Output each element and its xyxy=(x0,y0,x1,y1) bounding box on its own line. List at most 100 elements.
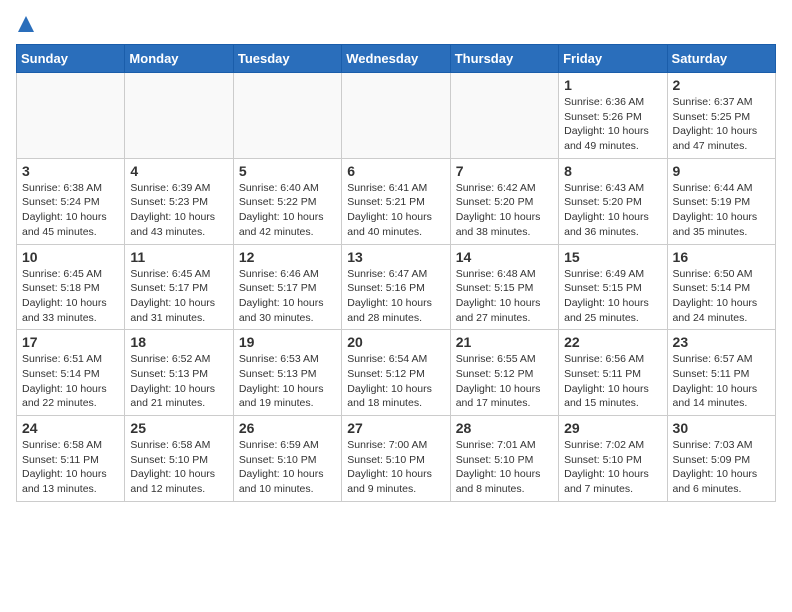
calendar-cell: 4Sunrise: 6:39 AM Sunset: 5:23 PM Daylig… xyxy=(125,158,233,244)
calendar-week-4: 17 Sunrise: 6:51 AM Sunset: 5:14 PM Dayli… xyxy=(17,330,776,416)
calendar-cell: 10 Sunrise: 6:45 AM Sunset: 5:18 PM Dayli… xyxy=(17,244,125,330)
day-number: 30 xyxy=(673,420,770,436)
day-number: 4 xyxy=(130,163,227,179)
calendar-cell xyxy=(342,73,450,159)
day-number: 20 xyxy=(347,334,444,350)
calendar-table: SundayMondayTuesdayWednesdayThursdayFrid… xyxy=(16,44,776,502)
weekday-header-friday: Friday xyxy=(559,45,667,73)
day-info: Sunrise: 6:58 AM Sunset: 5:10 PM Dayligh… xyxy=(130,438,227,497)
calendar-cell: 23 Sunrise: 6:57 AM Sunset: 5:11 PM Dayli… xyxy=(667,330,775,416)
day-number: 2 xyxy=(673,77,770,93)
calendar-cell: 7 Sunrise: 6:42 AM Sunset: 5:20 PM Daylig… xyxy=(450,158,558,244)
day-number: 19 xyxy=(239,334,336,350)
day-number: 25 xyxy=(130,420,227,436)
day-number: 1 xyxy=(564,77,661,93)
day-info: Sunrise: 6:36 AM Sunset: 5:26 PM Dayligh… xyxy=(564,95,661,154)
day-info: Sunrise: 6:41 AM Sunset: 5:21 PM Dayligh… xyxy=(347,181,444,240)
day-info: Sunrise: 6:54 AM Sunset: 5:12 PM Dayligh… xyxy=(347,352,444,411)
calendar-cell xyxy=(233,73,341,159)
day-info: Sunrise: 6:37 AM Sunset: 5:25 PM Dayligh… xyxy=(673,95,770,154)
day-number: 21 xyxy=(456,334,553,350)
weekday-header-tuesday: Tuesday xyxy=(233,45,341,73)
calendar-cell: 17 Sunrise: 6:51 AM Sunset: 5:14 PM Dayli… xyxy=(17,330,125,416)
day-info: Sunrise: 7:01 AM Sunset: 5:10 PM Dayligh… xyxy=(456,438,553,497)
day-number: 6 xyxy=(347,163,444,179)
day-info: Sunrise: 6:40 AM Sunset: 5:22 PM Dayligh… xyxy=(239,181,336,240)
day-info: Sunrise: 6:48 AM Sunset: 5:15 PM Dayligh… xyxy=(456,267,553,326)
calendar-cell: 22 Sunrise: 6:56 AM Sunset: 5:11 PM Dayli… xyxy=(559,330,667,416)
calendar-week-2: 3 Sunrise: 6:38 AM Sunset: 5:24 PM Daylig… xyxy=(17,158,776,244)
day-number: 16 xyxy=(673,249,770,265)
weekday-header-monday: Monday xyxy=(125,45,233,73)
day-info: Sunrise: 6:58 AM Sunset: 5:11 PM Dayligh… xyxy=(22,438,119,497)
calendar-cell: 2 Sunrise: 6:37 AM Sunset: 5:25 PM Daylig… xyxy=(667,73,775,159)
day-number: 14 xyxy=(456,249,553,265)
calendar-cell: 13 Sunrise: 6:47 AM Sunset: 5:16 PM Dayli… xyxy=(342,244,450,330)
calendar-cell: 15 Sunrise: 6:49 AM Sunset: 5:15 PM Dayli… xyxy=(559,244,667,330)
calendar-cell: 30 Sunrise: 7:03 AM Sunset: 5:09 PM Dayli… xyxy=(667,416,775,502)
day-number: 5 xyxy=(239,163,336,179)
calendar-cell: 27 Sunrise: 7:00 AM Sunset: 5:10 PM Dayli… xyxy=(342,416,450,502)
calendar-cell: 1 Sunrise: 6:36 AM Sunset: 5:26 PM Daylig… xyxy=(559,73,667,159)
calendar-cell xyxy=(450,73,558,159)
calendar-cell: 11 Sunrise: 6:45 AM Sunset: 5:17 PM Dayli… xyxy=(125,244,233,330)
day-info: Sunrise: 6:38 AM Sunset: 5:24 PM Dayligh… xyxy=(22,181,119,240)
day-info: Sunrise: 6:50 AM Sunset: 5:14 PM Dayligh… xyxy=(673,267,770,326)
weekday-header-sunday: Sunday xyxy=(17,45,125,73)
day-info: Sunrise: 6:56 AM Sunset: 5:11 PM Dayligh… xyxy=(564,352,661,411)
day-number: 11 xyxy=(130,249,227,265)
day-info: Sunrise: 6:42 AM Sunset: 5:20 PM Dayligh… xyxy=(456,181,553,240)
day-info: Sunrise: 6:45 AM Sunset: 5:18 PM Dayligh… xyxy=(22,267,119,326)
weekday-header-saturday: Saturday xyxy=(667,45,775,73)
calendar-cell: 9Sunrise: 6:44 AM Sunset: 5:19 PM Daylig… xyxy=(667,158,775,244)
calendar-cell: 14 Sunrise: 6:48 AM Sunset: 5:15 PM Dayli… xyxy=(450,244,558,330)
day-info: Sunrise: 6:47 AM Sunset: 5:16 PM Dayligh… xyxy=(347,267,444,326)
calendar-header-row: SundayMondayTuesdayWednesdayThursdayFrid… xyxy=(17,45,776,73)
calendar-cell: 18 Sunrise: 6:52 AM Sunset: 5:13 PM Dayli… xyxy=(125,330,233,416)
day-number: 28 xyxy=(456,420,553,436)
day-number: 27 xyxy=(347,420,444,436)
day-info: Sunrise: 6:59 AM Sunset: 5:10 PM Dayligh… xyxy=(239,438,336,497)
day-info: Sunrise: 7:00 AM Sunset: 5:10 PM Dayligh… xyxy=(347,438,444,497)
day-info: Sunrise: 6:45 AM Sunset: 5:17 PM Dayligh… xyxy=(130,267,227,326)
logo xyxy=(16,16,34,32)
calendar-cell: 21 Sunrise: 6:55 AM Sunset: 5:12 PM Dayli… xyxy=(450,330,558,416)
day-number: 29 xyxy=(564,420,661,436)
day-info: Sunrise: 6:55 AM Sunset: 5:12 PM Dayligh… xyxy=(456,352,553,411)
calendar-cell: 3 Sunrise: 6:38 AM Sunset: 5:24 PM Daylig… xyxy=(17,158,125,244)
day-info: Sunrise: 6:57 AM Sunset: 5:11 PM Dayligh… xyxy=(673,352,770,411)
day-number: 3 xyxy=(22,163,119,179)
day-number: 13 xyxy=(347,249,444,265)
day-info: Sunrise: 6:46 AM Sunset: 5:17 PM Dayligh… xyxy=(239,267,336,326)
calendar-cell: 8 Sunrise: 6:43 AM Sunset: 5:20 PM Daylig… xyxy=(559,158,667,244)
weekday-header-wednesday: Wednesday xyxy=(342,45,450,73)
day-info: Sunrise: 6:43 AM Sunset: 5:20 PM Dayligh… xyxy=(564,181,661,240)
day-number: 22 xyxy=(564,334,661,350)
day-number: 26 xyxy=(239,420,336,436)
calendar-week-5: 24Sunrise: 6:58 AM Sunset: 5:11 PM Dayli… xyxy=(17,416,776,502)
day-info: Sunrise: 6:51 AM Sunset: 5:14 PM Dayligh… xyxy=(22,352,119,411)
day-number: 23 xyxy=(673,334,770,350)
page-header xyxy=(16,16,776,32)
day-number: 15 xyxy=(564,249,661,265)
day-number: 7 xyxy=(456,163,553,179)
weekday-header-thursday: Thursday xyxy=(450,45,558,73)
day-info: Sunrise: 6:53 AM Sunset: 5:13 PM Dayligh… xyxy=(239,352,336,411)
calendar-cell: 24Sunrise: 6:58 AM Sunset: 5:11 PM Dayli… xyxy=(17,416,125,502)
calendar-cell: 19 Sunrise: 6:53 AM Sunset: 5:13 PM Dayli… xyxy=(233,330,341,416)
day-number: 17 xyxy=(22,334,119,350)
day-number: 12 xyxy=(239,249,336,265)
day-number: 10 xyxy=(22,249,119,265)
day-number: 8 xyxy=(564,163,661,179)
day-info: Sunrise: 6:49 AM Sunset: 5:15 PM Dayligh… xyxy=(564,267,661,326)
calendar-cell: 5 Sunrise: 6:40 AM Sunset: 5:22 PM Daylig… xyxy=(233,158,341,244)
calendar-cell xyxy=(17,73,125,159)
day-info: Sunrise: 7:03 AM Sunset: 5:09 PM Dayligh… xyxy=(673,438,770,497)
calendar-cell: 26 Sunrise: 6:59 AM Sunset: 5:10 PM Dayli… xyxy=(233,416,341,502)
calendar-week-3: 10 Sunrise: 6:45 AM Sunset: 5:18 PM Dayli… xyxy=(17,244,776,330)
calendar-cell: 6 Sunrise: 6:41 AM Sunset: 5:21 PM Daylig… xyxy=(342,158,450,244)
day-info: Sunrise: 7:02 AM Sunset: 5:10 PM Dayligh… xyxy=(564,438,661,497)
calendar-cell: 16 Sunrise: 6:50 AM Sunset: 5:14 PM Dayli… xyxy=(667,244,775,330)
day-number: 18 xyxy=(130,334,227,350)
day-info: Sunrise: 6:52 AM Sunset: 5:13 PM Dayligh… xyxy=(130,352,227,411)
